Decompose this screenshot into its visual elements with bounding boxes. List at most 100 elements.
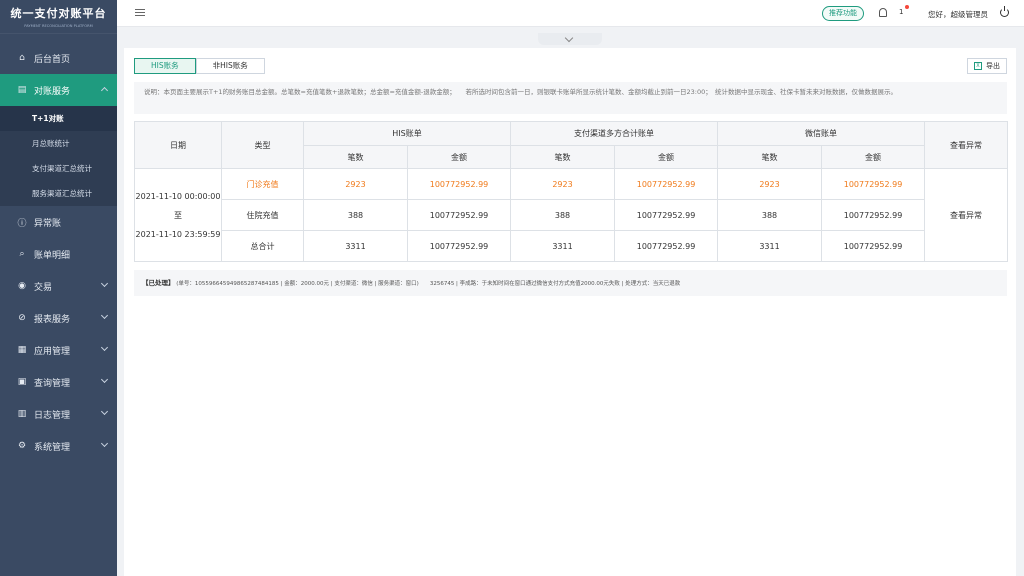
channel-amount-cell: 100772952.99 [614, 199, 719, 231]
chevron-down-icon [100, 311, 109, 320]
table-row: 2021-11-10 00:00:00 至 2021-11-10 23:59:5… [134, 168, 1009, 262]
channel-count-cell: 2923 [510, 168, 616, 200]
his-amount-cell: 100772952.99 [406, 168, 512, 200]
his-amount-cell: 100772952.99 [406, 199, 512, 231]
sidebar-item-logs[interactable]: ▥ 日志管理 [0, 398, 117, 430]
report-icon: ⊘ [18, 313, 26, 323]
type-cell: 住院充值 [221, 199, 304, 231]
sidebar-item-label: 查询管理 [34, 378, 71, 389]
type-cell: 门诊充值 [221, 168, 304, 200]
channel-count-cell: 3311 [510, 230, 616, 262]
processed-record: 【已处理】 (单号：105596645949865287484185 | 金额：… [134, 270, 1007, 296]
query-icon: ▣ [17, 377, 27, 387]
header-amount: 金额 [614, 145, 719, 169]
notification-count: 1 [899, 8, 904, 16]
settings-icon: ⚙ [17, 441, 27, 451]
export-button[interactable]: X 导出 [967, 58, 1007, 74]
wechat-count-cell: 2923 [717, 168, 823, 200]
channel-amount-cell: 100772952.99 [614, 230, 719, 262]
header-view-exception: 查看异常 [924, 121, 1009, 169]
brand: 统一支付对账平台 PAYMENT RECONCILIATION PLATFORM [0, 0, 117, 34]
view-exception-link[interactable]: 查看异常 [924, 168, 1009, 262]
menu-toggle-icon[interactable] [135, 9, 145, 18]
apps-icon: ▦ [17, 345, 27, 355]
table-row: 住院充值 388 100772952.99 388 100772952.99 3… [135, 199, 1008, 231]
submenu-item-pay-channel[interactable]: 支付渠道汇总统计 [0, 156, 117, 181]
header-his: HIS账单 [302, 121, 512, 146]
table-row: 总合计 3311 100772952.99 3311 100772952.99 … [135, 230, 1008, 262]
header-type: 类型 [221, 121, 304, 169]
tab-non-his[interactable]: 非HIS账务 [195, 58, 265, 74]
sidebar-item-label: 交易 [34, 282, 53, 293]
sidebar-item-label: 系统管理 [34, 442, 71, 453]
sidebar-item-home[interactable]: ⌂ 后台首页 [0, 42, 117, 74]
sidebar-item-label: 账单明细 [34, 250, 71, 261]
wechat-amount-cell: 100772952.99 [821, 199, 926, 231]
recommend-button[interactable]: 推荐功能 [822, 6, 864, 21]
main-card: HIS账务 非HIS账务 X 导出 说明：本页面主要展示T+1的财务账目总金额。… [124, 48, 1016, 576]
chevron-down-icon [564, 33, 574, 43]
tab-bar: HIS账务 非HIS账务 [134, 58, 265, 74]
sidebar-nav: ⌂ 后台首页 ▤ 对账服务 T+1对账 月总账统计 支付渠道汇总统计 服务渠道汇… [0, 42, 117, 462]
sidebar-item-label: 异常账 [34, 218, 62, 229]
header-amount: 金额 [406, 145, 512, 169]
chevron-up-icon [100, 86, 109, 95]
reconcile-icon: ▤ [17, 85, 27, 95]
wechat-amount-cell: 100772952.99 [821, 168, 926, 200]
reconciliation-table: 日期 类型 HIS账单 支付渠道多方合计账单 微信账单 查看异常 笔数 金额 笔… [134, 121, 1009, 262]
sidebar-item-query[interactable]: ▣ 查询管理 [0, 366, 117, 398]
processed-tag: 【已处理】 [142, 279, 175, 287]
header-count: 笔数 [717, 145, 823, 169]
sidebar-item-exceptions[interactable]: ⓘ 异常账 [0, 206, 117, 238]
chevron-down-icon [100, 343, 109, 352]
date-from: 2021-11-10 00:00:00 [135, 191, 221, 201]
sidebar-item-label: 对账服务 [34, 86, 71, 97]
date-to-label: 至 [174, 210, 182, 220]
power-icon[interactable] [1000, 6, 1009, 17]
sidebar-item-apps[interactable]: ▦ 应用管理 [0, 334, 117, 366]
sidebar-item-label: 应用管理 [34, 346, 71, 357]
header-wechat: 微信账单 [717, 121, 926, 146]
bell-icon[interactable] [879, 8, 887, 17]
submenu-item-monthly[interactable]: 月总账统计 [0, 131, 117, 156]
sidebar-item-trade[interactable]: ◉ 交易 [0, 270, 117, 302]
description-note: 说明：本页面主要展示T+1的财务账目总金额。总笔数=充值笔数+退款笔数；总金额=… [134, 82, 1007, 114]
date-range-cell: 2021-11-10 00:00:00 至 2021-11-10 23:59:5… [134, 168, 222, 262]
search-icon: ⌕ [19, 249, 25, 259]
header-count: 笔数 [510, 145, 616, 169]
log-icon: ▥ [17, 409, 27, 419]
header-amount: 金额 [821, 145, 926, 169]
user-greeting[interactable]: 您好，超级管理员 [928, 9, 988, 20]
sidebar-item-label: 报表服务 [34, 314, 71, 325]
sidebar-submenu: T+1对账 月总账统计 支付渠道汇总统计 服务渠道汇总统计 [0, 106, 117, 206]
type-cell: 总合计 [221, 230, 304, 262]
header-date: 日期 [134, 121, 222, 169]
sidebar-item-bill-detail[interactable]: ⌕ 账单明细 [0, 238, 117, 270]
date-to: 2021-11-10 23:59:59 [135, 229, 221, 239]
processed-detail: (单号：105596645949865287484185 | 金额：2000.0… [176, 281, 681, 287]
home-icon: ⌂ [19, 53, 25, 63]
app-title: 统一支付对账平台 [10, 7, 107, 20]
trade-icon: ◉ [18, 281, 26, 291]
tab-his[interactable]: HIS账务 [134, 58, 196, 74]
submenu-item-service-channel[interactable]: 服务渠道汇总统计 [0, 181, 117, 206]
sidebar-item-report[interactable]: ⊘ 报表服务 [0, 302, 117, 334]
sidebar: 统一支付对账平台 PAYMENT RECONCILIATION PLATFORM… [0, 0, 117, 576]
app-subtitle: PAYMENT RECONCILIATION PLATFORM [24, 23, 93, 28]
notification-dot [905, 5, 909, 9]
wechat-count-cell: 388 [717, 199, 823, 231]
wechat-amount-cell: 100772952.99 [821, 230, 926, 262]
sidebar-item-reconcile[interactable]: ▤ 对账服务 [0, 74, 117, 106]
chevron-down-icon [100, 407, 109, 416]
sidebar-item-label: 后台首页 [34, 54, 71, 65]
sidebar-item-label: 日志管理 [34, 410, 71, 421]
top-header: 推荐功能 1 您好，超级管理员 [117, 0, 1024, 27]
header-channel: 支付渠道多方合计账单 [510, 121, 719, 146]
sidebar-item-system[interactable]: ⚙ 系统管理 [0, 430, 117, 462]
alert-icon: ⓘ [17, 218, 27, 229]
header-count: 笔数 [303, 145, 408, 169]
submenu-item-t1[interactable]: T+1对账 [0, 106, 117, 131]
chevron-down-icon [100, 279, 109, 288]
collapse-toggle[interactable] [538, 33, 602, 45]
his-amount-cell: 100772952.99 [406, 230, 512, 262]
